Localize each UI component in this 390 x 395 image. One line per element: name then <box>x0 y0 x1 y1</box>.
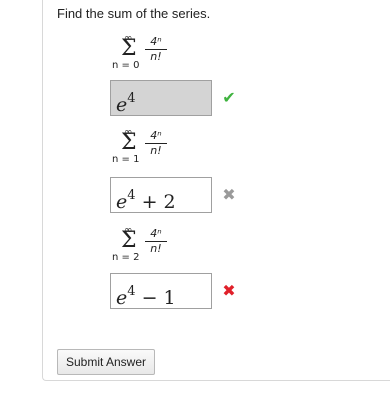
question-prompt: Find the sum of the series. <box>57 6 211 21</box>
incorrect-x-icon: ✖ <box>222 185 236 204</box>
sigma-icon: Σ <box>121 36 137 61</box>
answer-base: e <box>116 191 128 213</box>
answer-field-1[interactable]: e4 <box>110 80 212 116</box>
answer-exponent: 4 <box>127 284 136 299</box>
fraction-numerator: 4ⁿ <box>150 35 162 48</box>
series-fraction: 4ⁿ n! <box>145 228 167 255</box>
answer-field-3[interactable]: e4 − 1 <box>110 273 212 309</box>
series-fraction: 4ⁿ n! <box>145 130 167 157</box>
fraction-denominator: n! <box>150 144 162 157</box>
submit-answer-button[interactable]: Submit Answer <box>57 349 155 375</box>
answer-rest: − 1 <box>135 287 176 309</box>
answer-base: e <box>116 94 128 116</box>
fraction-denominator: n! <box>150 242 162 255</box>
sigma-lower-limit: n = 2 <box>112 252 140 263</box>
answer-rest: + 2 <box>135 191 176 213</box>
answer-field-2[interactable]: e4 + 2 <box>110 177 212 213</box>
fraction-numerator: 4ⁿ <box>150 227 162 240</box>
fraction-denominator: n! <box>150 50 162 63</box>
sigma-lower-limit: n = 0 <box>112 60 140 71</box>
answer-exponent: 4 <box>127 91 136 106</box>
correct-check-icon: ✔ <box>222 88 236 107</box>
answer-exponent: 4 <box>127 188 136 203</box>
question-panel <box>42 0 390 381</box>
series-fraction: 4ⁿ n! <box>145 36 167 63</box>
series-expression-2: ∞ Σ n = 1 4ⁿ n! <box>112 128 182 172</box>
series-expression-1: ∞ Σ n = 0 4ⁿ n! <box>112 34 182 78</box>
answer-base: e <box>116 287 128 309</box>
sigma-icon: Σ <box>121 228 137 253</box>
fraction-numerator: 4ⁿ <box>150 129 162 142</box>
series-expression-3: ∞ Σ n = 2 4ⁿ n! <box>112 226 182 270</box>
sigma-icon: Σ <box>121 130 137 155</box>
incorrect-x-icon: ✖ <box>222 281 236 300</box>
sigma-lower-limit: n = 1 <box>112 154 140 165</box>
